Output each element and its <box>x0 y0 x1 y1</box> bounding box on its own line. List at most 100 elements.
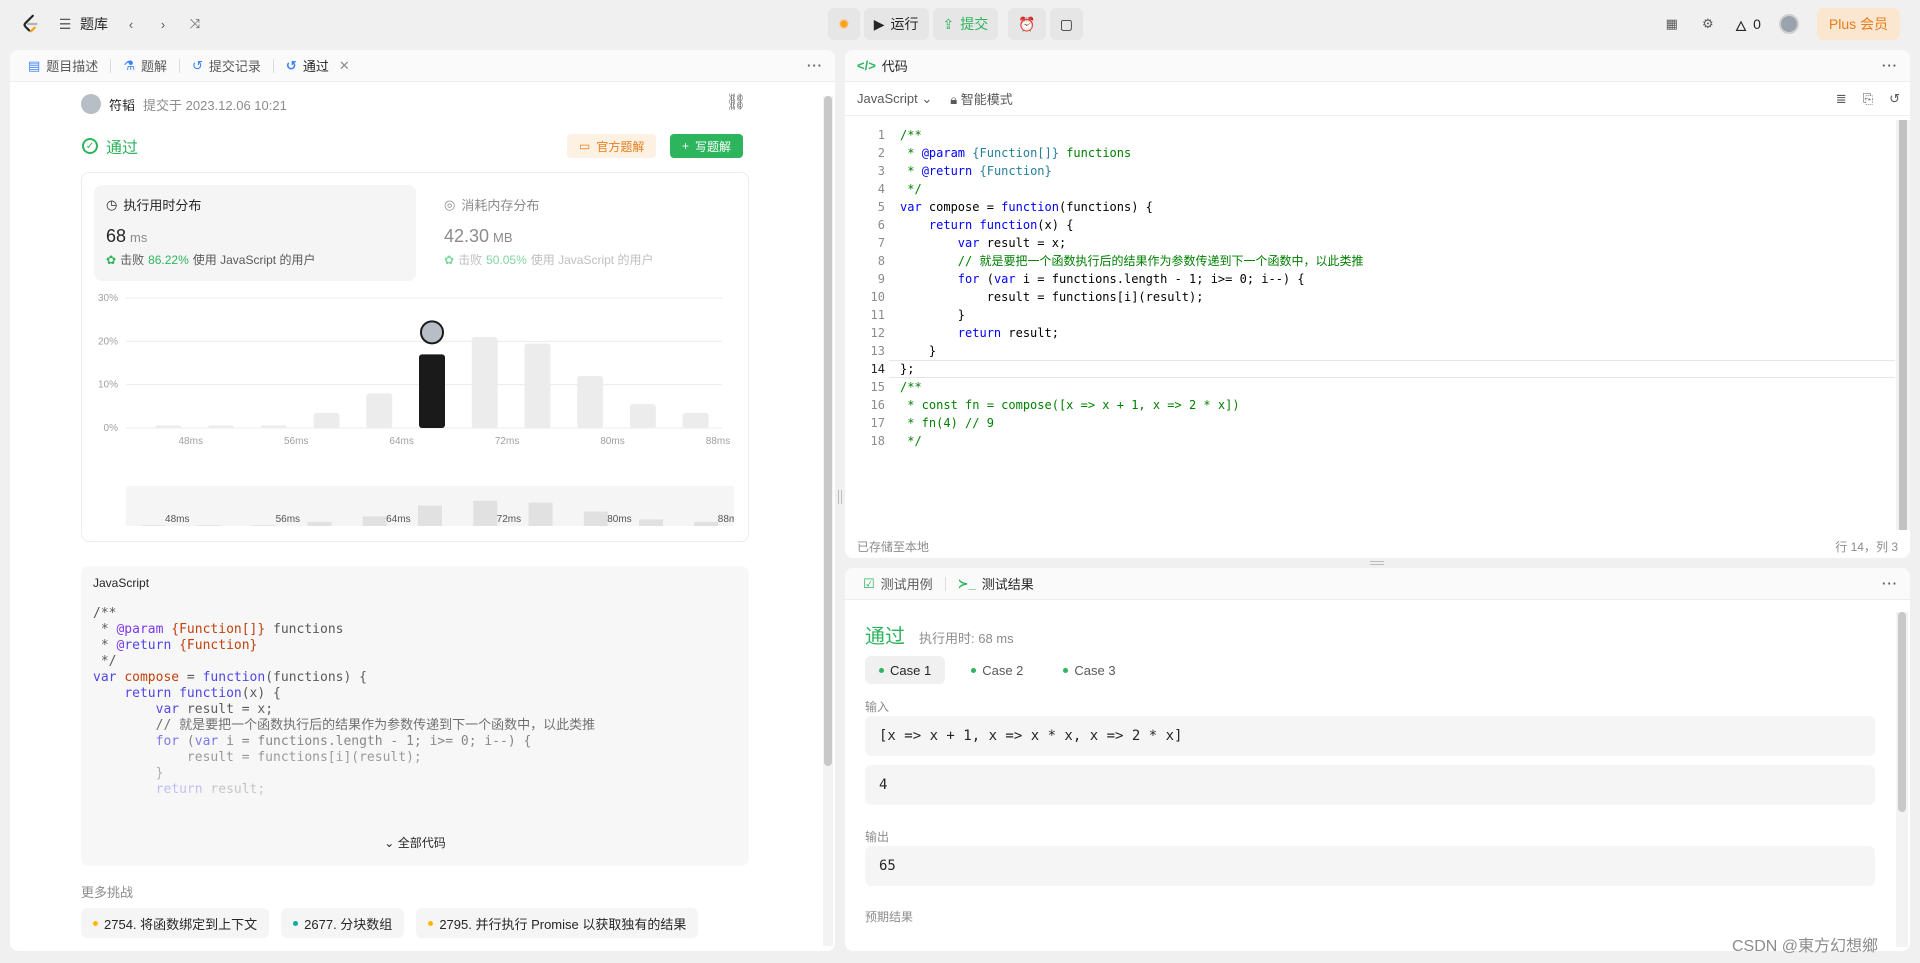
challenge-chip[interactable]: 2795. 并行执行 Promise 以获取独有的结果 <box>416 908 699 938</box>
close-icon[interactable]: ✕ <box>339 58 350 74</box>
code-line: /** <box>900 128 922 142</box>
tab-description[interactable]: ▤ 题目描述 <box>22 56 104 75</box>
beat-icon: ✿ <box>106 252 117 267</box>
editor-scrollbar[interactable] <box>1896 120 1910 530</box>
case-tab[interactable]: Case 2 <box>957 656 1037 684</box>
code-preview-line: return function(x) { <box>124 686 281 701</box>
format-icon[interactable]: ≣ <box>1836 91 1847 107</box>
author-name[interactable]: 符韬 <box>109 95 135 114</box>
terminal-icon: ≻_ <box>957 575 976 591</box>
more-icon[interactable]: ··· <box>807 58 823 73</box>
tab-submissions[interactable]: ↺ 提交记录 <box>186 56 267 75</box>
submission-detail: 符韬 提交于 2023.12.06 10:21 ⛓ ✓ 通过 ▭ 官方题解 + 写题… <box>10 82 820 951</box>
more-challenges-list: 2754. 将函数绑定到上下文 2677. 分块数组 2795. 并行执行 Pr… <box>81 908 699 938</box>
more-icon[interactable]: ··· <box>1882 58 1898 73</box>
code-line: */ <box>900 182 922 196</box>
problem-list-button[interactable]: ☰ 题库 <box>56 14 108 34</box>
more-icon[interactable]: ··· <box>1882 576 1898 591</box>
line-number: 18 <box>870 434 885 448</box>
timer-button[interactable]: ⏰ <box>1008 8 1046 40</box>
brush-bar <box>362 516 387 526</box>
line-number: 1 <box>877 128 885 142</box>
y-tick-label: 30% <box>98 293 118 304</box>
runtime-distribution-chart[interactable]: 0% 10% 20% 30% 48ms 56ms 64ms 72ms 80ms 88ms <box>82 288 750 488</box>
tab-solutions[interactable]: ⚗ 题解 <box>117 56 173 75</box>
tab-test-result[interactable]: ≻_ 测试结果 <box>952 574 1040 593</box>
write-solution-label: 写题解 <box>695 139 732 154</box>
user-avatar[interactable] <box>1778 14 1799 34</box>
tab-divider <box>944 576 946 591</box>
horizontal-splitter[interactable] <box>1370 561 1384 565</box>
code-line: }; <box>900 362 915 376</box>
run-button[interactable]: ▶ 运行 <box>863 8 929 40</box>
code-text[interactable]: /** * @param {Function[]} functions * @r… <box>900 126 1363 450</box>
line-number: 17 <box>870 416 885 430</box>
brush-tick-label: 72ms <box>497 514 521 525</box>
left-scrollbar[interactable] <box>823 96 833 946</box>
plus-member-button[interactable]: Plus 会员 <box>1816 8 1900 40</box>
bookmark-icon[interactable]: ⎘ <box>1863 91 1873 107</box>
challenge-chip[interactable]: 2677. 分块数组 <box>281 908 405 938</box>
vertical-splitter[interactable] <box>838 490 842 504</box>
official-solution-button[interactable]: ▭ 官方题解 <box>567 134 657 158</box>
brush-tick-label: 88ms <box>718 514 734 525</box>
case-tab[interactable]: Case 3 <box>1049 656 1129 684</box>
chart-bar <box>419 354 445 428</box>
runtime-value: 68 <box>106 226 127 246</box>
clock-icon: ◷ <box>106 196 118 212</box>
chart-bar <box>313 412 340 428</box>
bug-icon: ✹ <box>838 15 850 32</box>
run-label: 运行 <box>890 16 919 32</box>
challenge-chip[interactable]: 2754. 将函数绑定到上下文 <box>81 908 270 938</box>
pass-dot <box>879 667 884 673</box>
lock-icon: 🔒︎ <box>950 92 958 107</box>
expand-code-button[interactable]: ⌄ 全部代码 <box>81 834 749 851</box>
chevron-down-icon: ⌄ <box>921 90 933 106</box>
case-tab[interactable]: Case 1 <box>865 656 946 684</box>
scrollbar-thumb[interactable] <box>1898 612 1906 812</box>
scrollbar-thumb[interactable] <box>824 96 832 766</box>
x-tick-label: 72ms <box>495 436 519 447</box>
layout-icon[interactable]: ▦ <box>1663 15 1681 33</box>
note-button[interactable]: ▢ <box>1049 8 1083 40</box>
submit-button[interactable]: ⇪ 提交 <box>932 8 999 40</box>
cloud-upload-icon: ⇪ <box>942 15 955 32</box>
code-line: /** <box>900 380 922 394</box>
chevron-left-icon[interactable]: ‹ <box>122 15 140 33</box>
avatar[interactable] <box>81 94 101 114</box>
submission-meta: 符韬 提交于 2023.12.06 10:21 <box>81 94 287 114</box>
debug-button[interactable]: ✹ <box>828 8 860 40</box>
code-line: result = functions[i](result); <box>900 290 1204 304</box>
chevron-right-icon[interactable]: › <box>154 15 172 33</box>
smart-mode-toggle[interactable]: 🔒︎ 智能模式 <box>950 89 1013 108</box>
memory-card[interactable]: ◎ 消耗内存分布 42.30 MB ✿ 击败 50.05% 使用 JavaScript 的… <box>432 185 732 281</box>
tab-accepted[interactable]: ↺ 通过 ✕ <box>280 56 356 75</box>
streak-counter[interactable]: 🜂 0 <box>1735 10 1761 39</box>
code-preview-line: * @param {Function[]} functions <box>93 622 344 637</box>
runtime-title: 执行用时分布 <box>123 198 202 213</box>
document-icon: ▤ <box>28 57 41 73</box>
brush-bar <box>252 525 277 526</box>
line-number: 11 <box>870 308 885 322</box>
code-panel-title: 代码 <box>881 59 908 74</box>
link-icon[interactable]: ⛓ <box>726 92 746 112</box>
code-editor[interactable]: 1 2 3 4 5 6 7 8 9 10 11 12 13 14 15 16 17 18 /** * @param… <box>845 126 1895 506</box>
scrollbar-thumb[interactable] <box>1899 120 1907 530</box>
runtime-card[interactable]: ◷ 执行用时分布 68 ms ✿ 击败 86.22% 使用 JavaScript 的用户 <box>94 185 416 281</box>
write-solution-button[interactable]: + 写题解 <box>670 134 744 158</box>
reset-icon[interactable]: ↺ <box>1889 91 1900 107</box>
code-line: } <box>900 344 937 358</box>
output-label: 输出 <box>865 830 890 844</box>
result-scrollbar[interactable] <box>1896 612 1908 947</box>
shuffle-icon[interactable]: ⤨ <box>186 15 204 33</box>
difficulty-dot <box>293 920 299 926</box>
language-select[interactable]: JavaScript ⌄ <box>857 91 932 107</box>
tab-testcase[interactable]: ☑ 测试用例 <box>857 574 939 593</box>
chart-bar <box>471 337 498 428</box>
line-number: 9 <box>877 272 885 286</box>
chart-bar <box>577 376 604 428</box>
brush-bar <box>528 502 553 526</box>
leetcode-logo[interactable] <box>20 13 42 35</box>
chart-range-brush[interactable]: 48ms 56ms 64ms 72ms 80ms 88ms <box>126 486 742 526</box>
gear-icon[interactable]: ⚙ <box>1699 15 1717 33</box>
